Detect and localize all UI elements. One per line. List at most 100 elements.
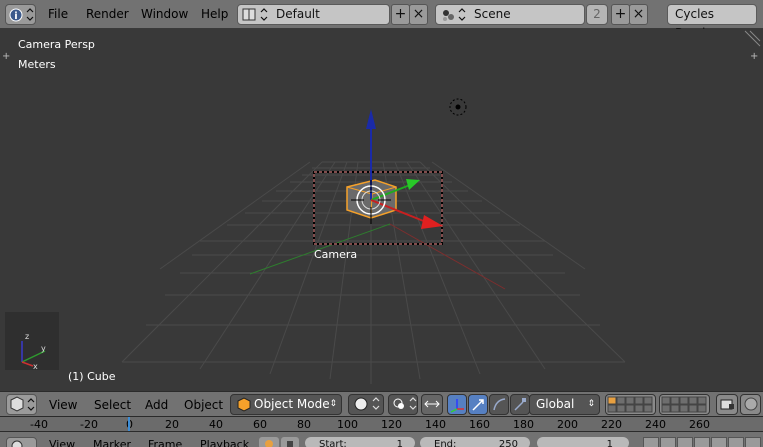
shading-dropdown[interactable]	[348, 394, 384, 415]
timeline-menu-view[interactable]: View	[49, 438, 75, 447]
menu-add[interactable]: Add	[145, 398, 168, 412]
keyframe-toggle[interactable]	[259, 437, 279, 447]
timeline-menu-marker[interactable]: Marker	[93, 438, 131, 447]
timeline-menu-frame[interactable]: Frame	[148, 438, 182, 447]
layout-icon	[242, 8, 268, 21]
clock-icon	[11, 440, 23, 447]
current-frame-indicator[interactable]	[128, 417, 130, 432]
menu-file[interactable]: File	[48, 7, 68, 21]
start-frame-value: 1	[396, 439, 403, 447]
layers-icon	[661, 396, 707, 413]
mode-dropdown[interactable]: Object Mode ⇕	[230, 394, 342, 415]
orientation-gizmo: z y x	[5, 312, 59, 371]
camera-object-label: Camera	[314, 248, 358, 261]
active-object-label: (1) Cube	[68, 370, 116, 383]
orientation-value: Global	[536, 397, 575, 411]
z-arrow-head[interactable]	[366, 109, 376, 129]
pivot-point-dropdown[interactable]	[388, 394, 418, 415]
auto-keying-button[interactable]	[745, 437, 761, 447]
svg-text:z: z	[25, 332, 29, 341]
scale-toggle[interactable]	[510, 394, 530, 415]
remove-scene-button[interactable]: ×	[629, 4, 648, 25]
x-arrow-head[interactable]	[421, 215, 443, 229]
y-arrow-head[interactable]	[406, 179, 420, 190]
menu-help[interactable]: Help	[201, 7, 228, 21]
menu-view[interactable]: View	[49, 398, 77, 412]
jump-keyframe-forward-button[interactable]	[711, 437, 727, 447]
center-points-icon	[424, 400, 440, 408]
lock-layers-icon	[720, 399, 734, 410]
scene-value: Scene	[474, 7, 511, 21]
lock-icon	[287, 441, 293, 447]
ruler-tick: -20	[80, 418, 98, 431]
ruler-tick: -40	[30, 418, 48, 431]
current-frame-field[interactable]: 1	[537, 437, 629, 447]
units-label: Meters	[18, 58, 56, 71]
timeline-editor-type-button[interactable]	[6, 437, 37, 447]
start-frame-field[interactable]: Start: 1	[305, 437, 415, 447]
ruler-tick: 220	[601, 418, 622, 431]
ruler-tick: 100	[337, 418, 358, 431]
menu-window[interactable]: Window	[141, 7, 188, 21]
screen-layout-field[interactable]: Default	[237, 4, 390, 25]
ruler-tick: 200	[557, 418, 578, 431]
timeline-ruler[interactable]: -40 -20 0 20 40 60 80 100 120 140 160 18…	[0, 416, 763, 432]
3d-view-icon	[10, 396, 35, 412]
layers-grid-1[interactable]	[605, 394, 656, 415]
world-x-axis-line	[389, 223, 506, 290]
layers-grid-2[interactable]	[659, 394, 710, 415]
add-scene-button[interactable]: +	[611, 4, 630, 25]
remove-layout-button[interactable]: ×	[409, 4, 428, 25]
editor-type-button[interactable]	[6, 394, 37, 415]
transform-orientation-dropdown[interactable]: Global ⇕	[529, 394, 600, 415]
manipulator-toggle[interactable]	[447, 394, 467, 415]
3d-viewport[interactable]: z y x + + Camera Persp Meters Camera (1)…	[0, 29, 763, 391]
render-preview-button[interactable]	[740, 394, 761, 415]
play-button[interactable]	[694, 437, 710, 447]
add-layout-button[interactable]: +	[391, 4, 410, 25]
ruler-tick: 120	[381, 418, 402, 431]
end-frame-field[interactable]: End: 250	[420, 437, 530, 447]
ruler-tick: 140	[425, 418, 446, 431]
ruler-tick: 80	[297, 418, 311, 431]
ruler-tick: 60	[253, 418, 267, 431]
svg-text:i: i	[14, 11, 17, 22]
menu-render[interactable]: Render	[86, 7, 129, 21]
scene-users-count: 2	[586, 4, 608, 25]
screen-layout-value: Default	[276, 7, 320, 21]
end-frame-label: End:	[434, 439, 457, 447]
scene-field[interactable]: Scene	[435, 4, 585, 25]
ruler-tick: 20	[165, 418, 179, 431]
menu-object[interactable]: Object	[184, 398, 223, 412]
start-frame-label: Start:	[319, 439, 347, 447]
lock-camera-button[interactable]	[716, 394, 738, 415]
render-engine-dropdown[interactable]: Cycles Render	[667, 4, 757, 40]
keying-set-button[interactable]	[281, 437, 299, 447]
viewport-scene: z y x + +	[2, 30, 761, 384]
3d-view-header: View Select Add Object Object Mode ⇕ Glo…	[0, 391, 763, 416]
current-frame-value: 1	[606, 439, 613, 447]
ruler-tick: 180	[513, 418, 534, 431]
svg-text:y: y	[41, 344, 46, 353]
solid-shading-icon	[354, 397, 380, 411]
editor-type-button[interactable]: i	[5, 4, 36, 25]
ruler-tick: 40	[209, 418, 223, 431]
record-icon	[265, 440, 273, 447]
translate-toggle[interactable]	[468, 394, 488, 415]
manipulate-center-toggle[interactable]	[421, 394, 443, 415]
timeline-menu-playback[interactable]: Playback	[200, 438, 249, 447]
info-header: i File Render Window Help Default + × Sc…	[0, 0, 763, 40]
scene-icon	[443, 8, 466, 21]
jump-keyframe-back-button[interactable]	[660, 437, 676, 447]
play-reverse-button[interactable]	[677, 437, 693, 447]
plus-icon: +	[394, 6, 407, 22]
svg-text:+: +	[2, 51, 10, 62]
close-icon: ×	[632, 6, 645, 22]
playback-controls	[643, 437, 761, 447]
jump-start-button[interactable]	[643, 437, 659, 447]
lamp-icon[interactable]	[449, 98, 467, 116]
rotate-toggle[interactable]	[489, 394, 509, 415]
scale-icon	[514, 398, 526, 411]
jump-end-button[interactable]	[728, 437, 744, 447]
menu-select[interactable]: Select	[94, 398, 131, 412]
